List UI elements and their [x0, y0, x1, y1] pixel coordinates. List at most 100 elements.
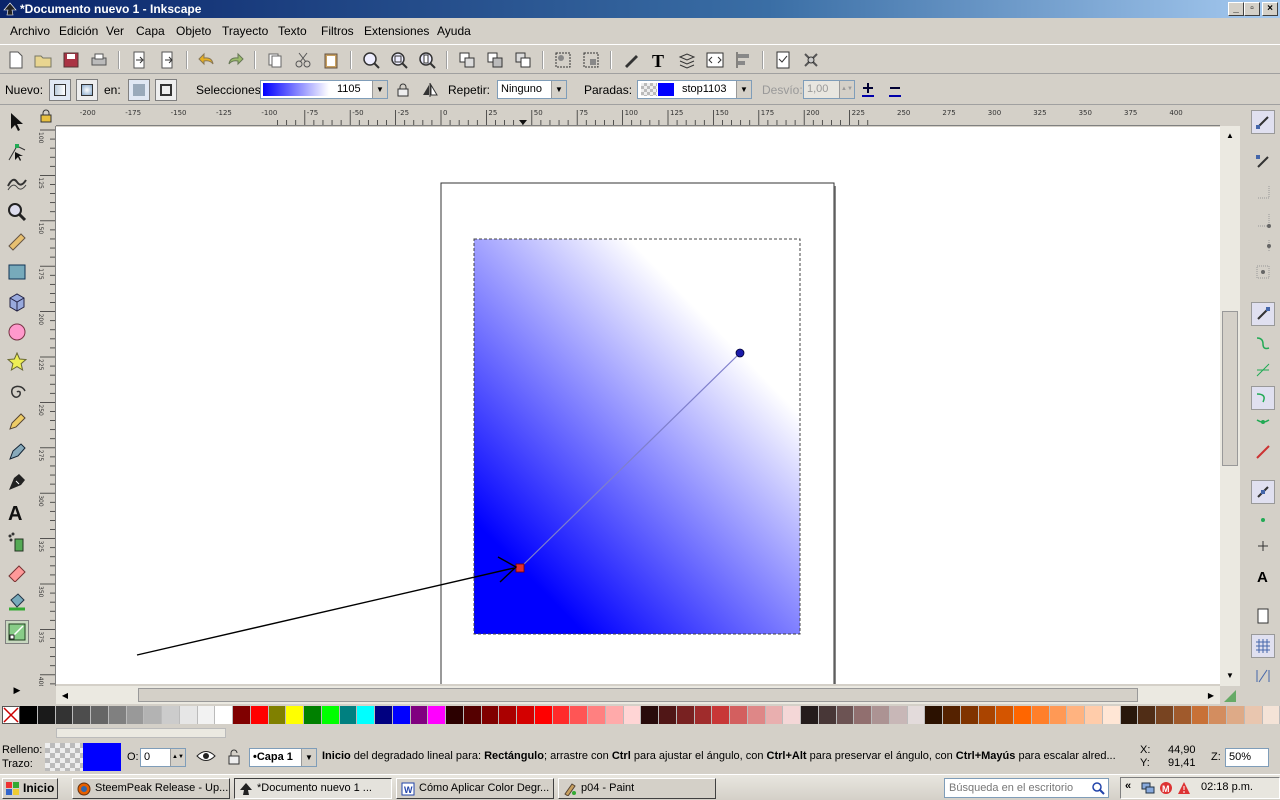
color-swatch[interactable] — [1102, 706, 1121, 724]
stop-select[interactable]: stop1103 ▼ — [637, 80, 752, 99]
snap-nodes-icon[interactable] — [1251, 302, 1275, 326]
color-swatch[interactable] — [91, 706, 109, 724]
apply-fill-button[interactable] — [128, 79, 150, 101]
tweak-tool-icon[interactable] — [5, 170, 29, 194]
import-icon[interactable] — [128, 49, 150, 71]
undo-icon[interactable] — [196, 49, 218, 71]
paint-bucket-tool-icon[interactable] — [5, 590, 29, 614]
stroke-indicator[interactable] — [83, 743, 121, 771]
color-swatch[interactable] — [747, 706, 766, 724]
start-button[interactable]: Inicio — [2, 778, 58, 799]
snap-others-icon[interactable] — [1251, 480, 1275, 504]
paste-icon[interactable] — [320, 49, 342, 71]
menu-filtros[interactable]: Filtros — [321, 24, 354, 38]
repeat-select[interactable]: Ninguno ▼ — [497, 80, 567, 99]
snap-bbox-icon[interactable] — [1251, 150, 1275, 174]
color-swatch[interactable] — [499, 706, 517, 724]
ellipse-tool-icon[interactable] — [5, 320, 29, 344]
calligraphy-tool-icon[interactable] — [5, 470, 29, 494]
color-swatch[interactable] — [233, 706, 251, 724]
color-swatch[interactable] — [179, 706, 198, 724]
lock-icon[interactable] — [392, 79, 414, 101]
color-swatch[interactable] — [712, 706, 730, 724]
color-swatch[interactable] — [925, 706, 943, 724]
menu-extensiones[interactable]: Extensiones — [364, 24, 429, 38]
color-swatch[interactable] — [481, 706, 500, 724]
selector-tool-icon[interactable] — [5, 110, 29, 134]
pen-tool-icon[interactable] — [5, 440, 29, 464]
color-swatch[interactable] — [1156, 706, 1174, 724]
taskbar-item-word[interactable]: W Cómo Aplicar Color Degr... — [396, 778, 554, 799]
color-swatch[interactable] — [463, 706, 482, 724]
snap-bbox-corner-icon[interactable] — [1251, 208, 1275, 232]
menu-texto[interactable]: Texto — [278, 24, 307, 38]
palette-scrollbar[interactable] — [56, 728, 226, 738]
color-swatch[interactable] — [55, 706, 74, 724]
snap-guide-icon[interactable] — [1251, 664, 1275, 688]
menu-archivo[interactable]: Archivo — [10, 24, 50, 38]
menu-edicion[interactable]: Edición — [59, 24, 98, 38]
snap-page-border-icon[interactable] — [1251, 604, 1275, 628]
star-tool-icon[interactable] — [5, 350, 29, 374]
search-icon[interactable] — [1091, 781, 1105, 795]
color-swatch[interactable] — [889, 706, 908, 724]
color-swatch[interactable] — [1120, 706, 1139, 724]
add-stop-icon[interactable] — [857, 79, 879, 101]
scroll-right-icon[interactable]: ▶ — [1204, 688, 1218, 702]
menu-trayecto[interactable]: Trayecto — [222, 24, 268, 38]
close-button[interactable]: × — [1262, 2, 1278, 16]
color-swatch[interactable] — [943, 706, 961, 724]
snap-midpoint-icon[interactable] — [1251, 440, 1275, 464]
reverse-gradient-icon[interactable] — [419, 79, 441, 101]
scroll-down-icon[interactable]: ▼ — [1222, 668, 1238, 682]
snap-rotation-center-icon[interactable] — [1251, 534, 1275, 558]
menu-objeto[interactable]: Objeto — [176, 24, 211, 38]
color-swatch[interactable] — [872, 706, 890, 724]
color-swatch[interactable] — [446, 706, 464, 724]
color-swatch[interactable] — [215, 706, 233, 724]
spiral-tool-icon[interactable] — [5, 380, 29, 404]
color-swatch[interactable] — [783, 706, 801, 724]
document-properties-icon[interactable] — [772, 49, 794, 71]
color-swatch[interactable] — [605, 706, 624, 724]
fill-stroke-icon[interactable] — [620, 49, 642, 71]
network-icon[interactable] — [1141, 781, 1155, 795]
snap-bbox-edge-icon[interactable] — [1251, 180, 1275, 204]
color-swatch[interactable] — [162, 706, 180, 724]
duplicate-icon[interactable] — [456, 49, 478, 71]
color-swatch[interactable] — [375, 706, 393, 724]
color-swatch[interactable] — [1014, 706, 1032, 724]
snap-intersections-icon[interactable] — [1251, 358, 1275, 382]
group-icon[interactable] — [552, 49, 574, 71]
color-swatch[interactable] — [818, 706, 837, 724]
snap-smooth-icon[interactable] — [1251, 412, 1275, 436]
redo-icon[interactable] — [224, 49, 246, 71]
color-swatch[interactable] — [1191, 706, 1210, 724]
menu-capa[interactable]: Capa — [136, 24, 165, 38]
color-swatch[interactable] — [126, 706, 145, 724]
menu-ver[interactable]: Ver — [106, 24, 124, 38]
align-icon[interactable] — [732, 49, 754, 71]
eye-icon[interactable] — [196, 749, 216, 766]
color-swatch[interactable] — [1049, 706, 1068, 724]
color-swatch[interactable] — [73, 706, 91, 724]
layers-icon[interactable] — [676, 49, 698, 71]
color-swatch[interactable] — [836, 706, 855, 724]
taskbar-item-steempeak[interactable]: SteemPeak Release - Up... — [72, 778, 230, 799]
color-swatch[interactable] — [907, 706, 926, 724]
drawing-canvas[interactable] — [56, 127, 1220, 684]
color-swatch[interactable] — [517, 706, 535, 724]
warning-icon[interactable] — [1177, 781, 1191, 795]
spinner-icon[interactable]: ▲▼ — [170, 749, 185, 766]
taskbar-item-inkscape[interactable]: *Documento nuevo 1 ... — [234, 778, 392, 799]
layer-lock-icon[interactable] — [228, 749, 240, 768]
more-tools-icon[interactable]: ▶ — [5, 678, 29, 702]
color-swatch[interactable] — [1173, 706, 1192, 724]
color-swatch[interactable] — [552, 706, 571, 724]
color-swatch[interactable] — [37, 706, 56, 724]
3d-box-tool-icon[interactable] — [5, 290, 29, 314]
color-swatch[interactable] — [641, 706, 659, 724]
horizontal-scroll-thumb[interactable] — [138, 688, 1138, 702]
opacity-input[interactable]: 0 ▲▼ — [140, 748, 186, 767]
remove-stop-icon[interactable] — [884, 79, 906, 101]
